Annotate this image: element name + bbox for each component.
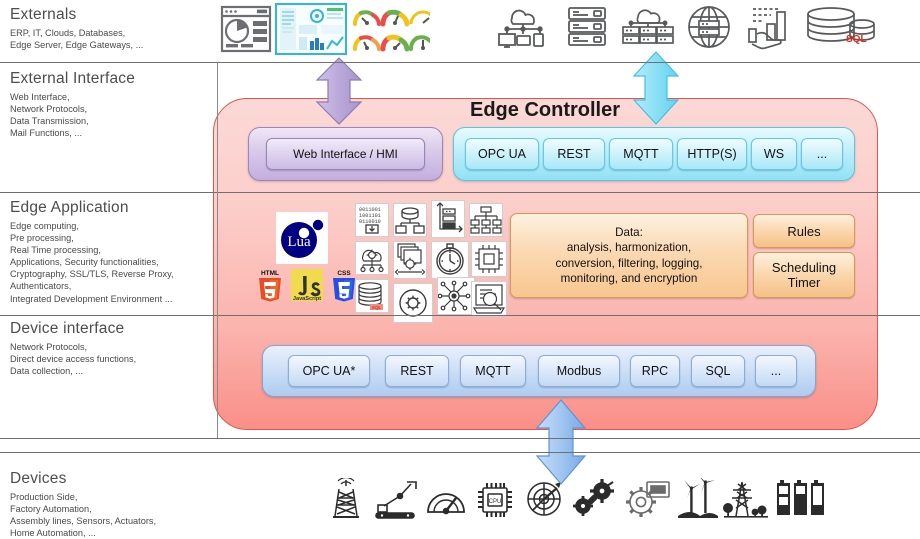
svg-text:Lua: Lua	[287, 234, 311, 250]
cpu-chip-icon: CPU	[476, 479, 514, 524]
svg-text:JavaScript: JavaScript	[293, 296, 321, 302]
data-functions-box: Data: analysis, harmonization, conversio…	[510, 213, 748, 298]
lua-logo: Lua	[276, 212, 328, 264]
divider-devices	[0, 452, 920, 453]
javascript-logo: JavaScript	[290, 268, 324, 302]
sql-database-stack-icon: SQL	[805, 6, 877, 55]
layer-label-external-interface: External Interface Web Interface, Networ…	[10, 70, 215, 139]
database-stack-sql-icon: SQL	[355, 279, 389, 313]
layer-label-device-interface: Device interface Network Protocols, Dire…	[10, 320, 215, 377]
layer-desc-edge-application: Edge computing, Pre processing, Real Tim…	[10, 221, 174, 304]
svg-text:SQL: SQL	[846, 34, 867, 45]
protocol-chip-ws-external[interactable]: WS	[751, 138, 797, 170]
divider-device-interface	[0, 438, 920, 439]
protocol-chip-more-external[interactable]: ...	[801, 138, 843, 170]
server-rack-icon	[566, 6, 608, 53]
divider-externals	[0, 62, 920, 63]
report-search-icon	[471, 281, 507, 317]
layer-title-external-interface: External Interface	[10, 70, 136, 87]
neural-network-icon	[437, 277, 475, 315]
layer-label-edge-application: Edge Application Edge computing, Pre pro…	[10, 199, 222, 305]
divider-external-interface	[0, 192, 920, 193]
cloud-network-icon	[496, 5, 552, 54]
scheduling-timer-line2: Timer	[787, 275, 821, 290]
arrow-deviceinterface-devices	[523, 398, 599, 491]
layer-label-devices: Devices Production Side, Factory Automat…	[10, 470, 240, 539]
layer-desc-external-interface: Web Interface, Network Protocols, Data T…	[10, 92, 89, 139]
layer-title-edge-application: Edge Application	[10, 199, 129, 216]
svg-text:SQL: SQL	[372, 305, 382, 310]
data-hand-chart-icon	[745, 4, 795, 55]
robot-arm-icon	[374, 480, 418, 525]
rules-box[interactable]: Rules	[753, 214, 855, 248]
microchip-icon	[471, 241, 507, 277]
gauge-cluster-icon	[350, 4, 437, 57]
protocol-chip-opcua-device[interactable]: OPC UA*	[288, 355, 370, 387]
protocol-chip-modbus-device[interactable]: Modbus	[538, 355, 620, 387]
svg-text:HTML: HTML	[261, 270, 279, 277]
documents-settings-icon	[393, 241, 427, 279]
data-box-line2: analysis, harmonization,	[566, 241, 692, 254]
protocol-chip-rest-external[interactable]: REST	[543, 138, 605, 170]
protocol-chip-more-device[interactable]: ...	[755, 355, 797, 387]
battery-bank-icon	[775, 478, 829, 523]
data-box-line4: monitoring, and encryption	[560, 272, 698, 285]
divider-edge-application	[0, 315, 920, 316]
html5-logo: HTML	[256, 268, 284, 302]
layer-title-device-interface: Device interface	[10, 320, 125, 337]
layer-title-devices: Devices	[10, 470, 67, 487]
wind-turbine-icon	[676, 475, 720, 525]
database-tree-icon	[393, 203, 427, 237]
gear-display-icon	[625, 478, 671, 525]
stopwatch-icon	[431, 241, 469, 279]
edge-controller-architecture-diagram: Externals ERP, IT, Clouds, Databases, Ed…	[0, 0, 920, 539]
protocol-chip-opcua-external[interactable]: OPC UA	[465, 138, 539, 170]
arrow-externals-hmi	[303, 56, 375, 131]
scheduling-timer-box[interactable]: Scheduling Timer	[753, 252, 855, 298]
cloud-datacenter-icon	[620, 4, 676, 55]
protocol-chip-sql-device[interactable]: SQL	[691, 355, 745, 387]
global-server-icon	[686, 4, 732, 55]
data-box-line1: Data:	[615, 225, 643, 239]
power-pylon-icon	[722, 478, 770, 525]
data-box-line3: conversion, filtering, logging,	[555, 256, 703, 270]
protocol-chip-mqtt-external[interactable]: MQTT	[609, 138, 673, 170]
divider-label-column	[217, 62, 218, 438]
analytics-dashboard-icon	[275, 3, 347, 60]
svg-text:CPU: CPU	[489, 499, 502, 505]
gauge-meter-icon	[425, 480, 467, 525]
report-dashboard-icon	[220, 5, 272, 58]
web-interface-hmi-chip[interactable]: Web Interface / HMI	[266, 138, 425, 170]
org-chart-icon	[469, 203, 503, 237]
gear-cycle-icon	[393, 283, 433, 323]
layer-title-externals: Externals	[10, 6, 77, 23]
radio-tower-icon	[330, 477, 362, 525]
protocol-chip-https-external[interactable]: HTTP(S)	[677, 138, 747, 170]
protocol-chip-mqtt-device[interactable]: MQTT	[460, 355, 526, 387]
svg-text:0110010: 0110010	[359, 219, 381, 225]
css3-logo: CSS	[330, 268, 358, 302]
layer-desc-device-interface: Network Protocols, Direct device access …	[10, 342, 137, 377]
scheduling-timer-line1: Scheduling	[771, 260, 837, 275]
layer-desc-externals: ERP, IT, Clouds, Databases, Edge Server,…	[10, 28, 144, 51]
binary-data-icon: 0011001 1001101 0110010	[355, 203, 389, 237]
chart-axes-icon	[431, 200, 465, 238]
svg-text:CSS: CSS	[337, 270, 351, 277]
layer-desc-devices: Production Side, Factory Automation, Ass…	[10, 492, 157, 539]
layer-label-externals: Externals ERP, IT, Clouds, Databases, Ed…	[10, 6, 215, 51]
cloud-settings-icon	[355, 241, 389, 275]
protocol-chip-rest-device[interactable]: REST	[385, 355, 449, 387]
protocol-chip-rpc-device[interactable]: RPC	[630, 355, 680, 387]
